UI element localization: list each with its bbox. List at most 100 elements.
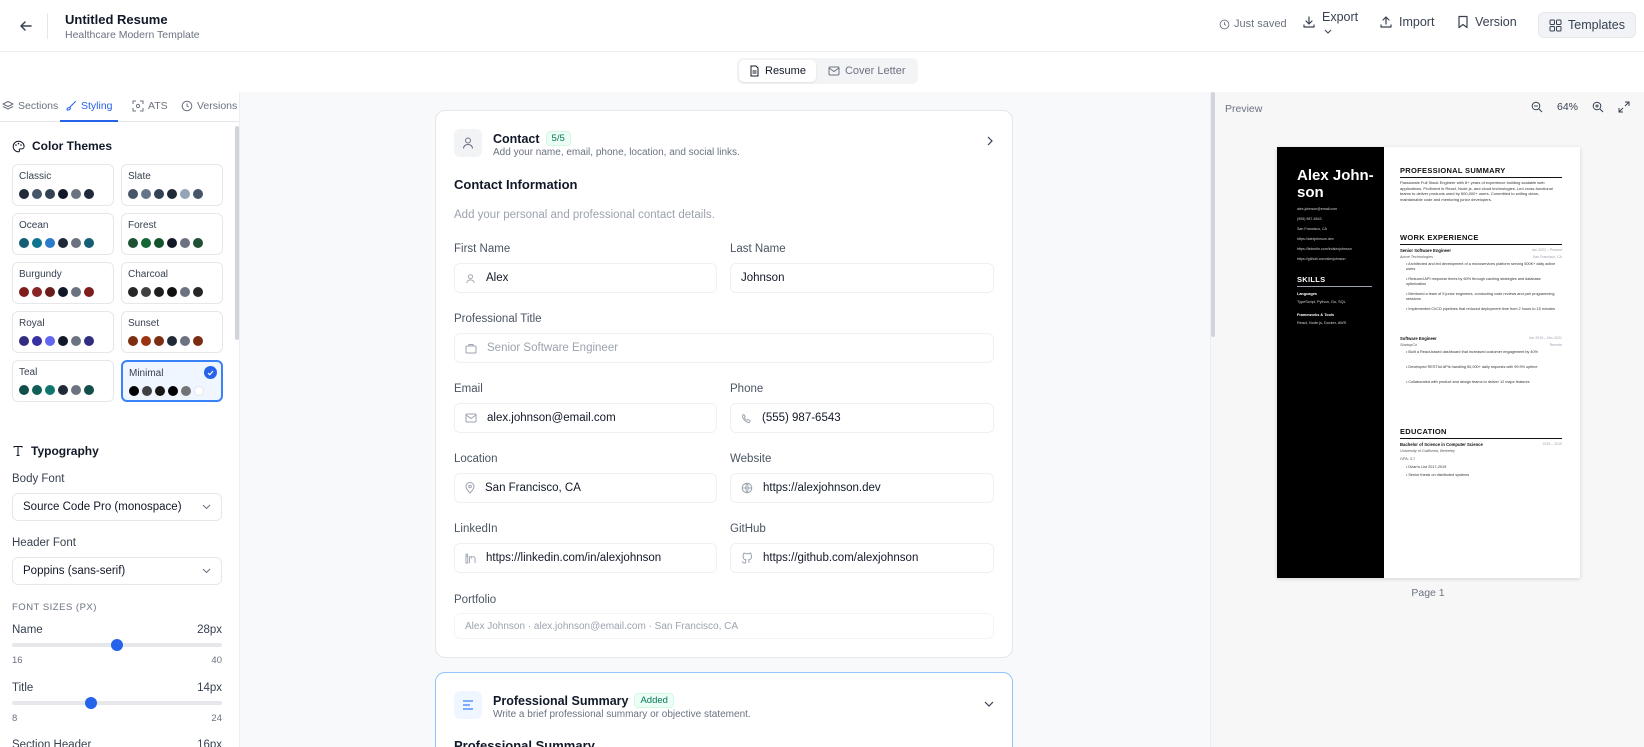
export-button[interactable]: Export bbox=[1302, 10, 1358, 34]
tab-versions-label: Versions bbox=[197, 100, 238, 112]
theme-name: Charcoal bbox=[128, 269, 169, 280]
scan-icon bbox=[132, 100, 144, 112]
resume-contact-line: San Francisco, CA bbox=[1297, 227, 1327, 231]
summary-card-header[interactable]: Professional Summary Added bbox=[493, 693, 674, 708]
chevron-down-icon[interactable] bbox=[984, 701, 994, 708]
theme-card-sunset[interactable]: Sunset bbox=[121, 311, 223, 353]
resume-mode-button[interactable]: Resume bbox=[739, 60, 816, 82]
tab-sections[interactable]: Sections bbox=[2, 100, 58, 112]
tab-ats[interactable]: ATS bbox=[132, 100, 168, 112]
theme-swatches bbox=[19, 189, 94, 199]
linkedin-value: https://linkedin.com/in/alexjohnson bbox=[486, 552, 662, 564]
zoom-out-icon[interactable] bbox=[1531, 101, 1543, 113]
divider bbox=[1400, 244, 1562, 245]
arrow-left-icon bbox=[20, 21, 32, 31]
color-swatch bbox=[71, 189, 81, 199]
chevron-down-icon bbox=[202, 568, 211, 574]
top-bar: Untitled Resume Healthcare Modern Templa… bbox=[0, 0, 1644, 52]
color-swatch bbox=[45, 336, 55, 346]
color-swatch bbox=[167, 189, 177, 199]
user-icon bbox=[466, 273, 475, 283]
degree: Bachelor of Science in Computer Science bbox=[1400, 442, 1483, 447]
color-swatch bbox=[84, 189, 94, 199]
document-title[interactable]: Untitled Resume bbox=[65, 12, 168, 27]
resume-contact-line: https://alexjohnson.dev bbox=[1297, 237, 1334, 241]
skill-group-name: Frameworks & Tools bbox=[1297, 313, 1335, 317]
sidebar-scrollbar[interactable] bbox=[235, 126, 239, 340]
color-swatch bbox=[128, 287, 138, 297]
font-sizes-heading: FONT SIZES (PX) bbox=[12, 602, 97, 613]
expand-icon[interactable] bbox=[1618, 101, 1630, 113]
theme-swatches bbox=[128, 336, 203, 346]
location-value: San Francisco, CA bbox=[485, 482, 581, 494]
theme-card-burgundy[interactable]: Burgundy bbox=[12, 262, 114, 304]
theme-card-slate[interactable]: Slate bbox=[121, 164, 223, 206]
linkedin-field[interactable]: https://linkedin.com/in/alexjohnson bbox=[454, 543, 717, 573]
theme-name: Ocean bbox=[19, 220, 49, 231]
chevron-right-icon[interactable] bbox=[986, 136, 994, 146]
phone-field[interactable]: (555) 987-6543 bbox=[730, 403, 994, 433]
location-field[interactable]: San Francisco, CA bbox=[454, 473, 717, 503]
preview-scrollbar[interactable] bbox=[1211, 92, 1215, 337]
github-icon bbox=[741, 552, 753, 564]
tab-versions[interactable]: Versions bbox=[181, 100, 237, 112]
theme-card-royal[interactable]: Royal bbox=[12, 311, 114, 353]
summary-section-title: Professional Summary bbox=[454, 738, 595, 747]
resume-page[interactable]: Alex John-son alex.johnson@email.com (55… bbox=[1277, 147, 1580, 578]
version-button[interactable]: Version bbox=[1457, 15, 1517, 29]
color-swatch bbox=[167, 287, 177, 297]
job-company: StartupCo bbox=[1400, 343, 1418, 347]
theme-card-forest[interactable]: Forest bbox=[121, 213, 223, 255]
slider-thumb[interactable] bbox=[111, 639, 123, 651]
email-field[interactable]: alex.johnson@email.com bbox=[454, 403, 717, 433]
added-badge: Added bbox=[634, 693, 674, 708]
zoom-in-icon[interactable] bbox=[1592, 101, 1604, 113]
github-field[interactable]: https://github.com/alexjohnson bbox=[730, 543, 994, 573]
grid-icon bbox=[1549, 19, 1562, 31]
resume-section-title: EDUCATION bbox=[1400, 427, 1447, 436]
portfolio-field[interactable]: Alex Johnson · alex.johnson@email.com · … bbox=[454, 613, 994, 639]
first-name-field[interactable]: Alex bbox=[454, 263, 717, 293]
back-button[interactable] bbox=[14, 14, 38, 38]
theme-card-ocean[interactable]: Ocean bbox=[12, 213, 114, 255]
templates-button[interactable]: Templates bbox=[1538, 12, 1636, 38]
theme-name: Minimal bbox=[129, 368, 164, 379]
job-bullet: • Built a React-based dashboard that inc… bbox=[1406, 350, 1538, 354]
last-name-field[interactable]: Johnson bbox=[730, 263, 994, 293]
contact-card: Contact 5/5 Add your name, email, phone,… bbox=[435, 110, 1013, 658]
job-bullet: • Mentored a team of 5 junior engineers,… bbox=[1406, 292, 1555, 302]
body-font-select[interactable]: Source Code Pro (monospace) bbox=[12, 493, 222, 521]
import-button[interactable]: Import bbox=[1379, 15, 1434, 29]
theme-card-teal[interactable]: Teal bbox=[12, 360, 114, 402]
save-status: Just saved bbox=[1219, 18, 1287, 30]
color-swatch bbox=[155, 386, 165, 396]
theme-swatches bbox=[19, 287, 94, 297]
upload-icon bbox=[1380, 16, 1392, 28]
location-label: Location bbox=[454, 453, 498, 465]
tab-styling[interactable]: Styling bbox=[65, 100, 113, 112]
download-icon bbox=[1303, 16, 1315, 28]
theme-card-minimal[interactable]: Minimal bbox=[121, 360, 223, 402]
theme-card-classic[interactable]: Classic bbox=[12, 164, 114, 206]
cover-letter-mode-button[interactable]: Cover Letter bbox=[818, 60, 916, 82]
color-swatch bbox=[58, 385, 68, 395]
professional-title-field[interactable]: Senior Software Engineer bbox=[454, 333, 994, 363]
color-swatch bbox=[58, 238, 68, 248]
website-field[interactable]: https://alexjohnson.dev bbox=[730, 473, 994, 503]
color-swatch bbox=[193, 287, 203, 297]
color-swatch bbox=[180, 238, 190, 248]
phone-icon bbox=[741, 413, 751, 423]
website-value: https://alexjohnson.dev bbox=[763, 482, 881, 494]
save-status-text: Just saved bbox=[1234, 18, 1287, 30]
skill-group-name: Languages bbox=[1297, 292, 1318, 296]
palette-icon bbox=[12, 140, 25, 152]
contact-card-header[interactable]: Contact 5/5 bbox=[493, 131, 571, 146]
color-swatch bbox=[141, 336, 151, 346]
slider-thumb[interactable] bbox=[84, 697, 97, 709]
header-font-select[interactable]: Poppins (sans-serif) bbox=[12, 557, 222, 585]
color-swatch bbox=[154, 189, 164, 199]
theme-card-charcoal[interactable]: Charcoal bbox=[121, 262, 223, 304]
resume-sidebar: Alex John-son alex.johnson@email.com (55… bbox=[1277, 147, 1384, 578]
version-label: Version bbox=[1475, 15, 1517, 29]
slider-track[interactable] bbox=[12, 701, 222, 705]
